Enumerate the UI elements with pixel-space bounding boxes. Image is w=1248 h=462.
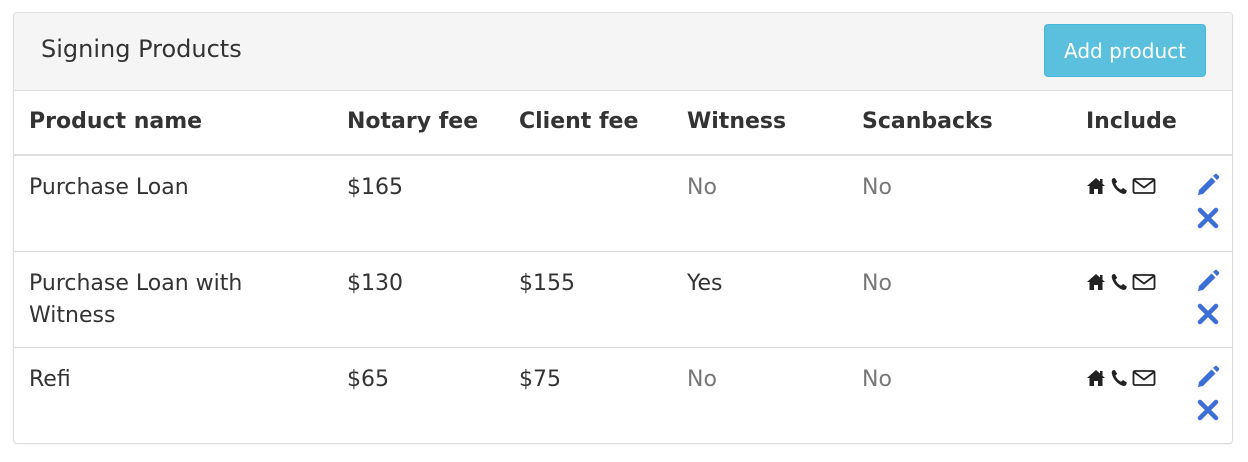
add-product-button[interactable]: Add product — [1044, 24, 1206, 77]
phone-icon — [1110, 176, 1128, 196]
scanbacks-cell: No — [862, 367, 892, 392]
header-notary-fee: Notary fee — [347, 109, 479, 134]
panel-heading: Signing Products Add product — [14, 13, 1232, 91]
product-name-cell: Refi — [29, 367, 71, 392]
header-divider — [14, 154, 1232, 156]
edit-pencil-icon[interactable] — [1195, 269, 1221, 297]
envelope-icon — [1132, 176, 1156, 196]
phone-icon — [1110, 368, 1128, 388]
product-name-cell: Purchase Loan with Witness — [29, 271, 243, 328]
home-icon — [1086, 176, 1106, 196]
header-witness: Witness — [687, 109, 787, 134]
notary-fee-cell: $165 — [347, 175, 403, 200]
header-product-name: Product name — [29, 109, 203, 134]
home-icon — [1086, 368, 1106, 388]
client-fee-cell: $75 — [519, 367, 561, 392]
delete-x-icon[interactable] — [1197, 303, 1219, 329]
edit-pencil-icon[interactable] — [1195, 365, 1221, 393]
row-divider — [14, 347, 1232, 348]
notary-fee-cell: $130 — [347, 271, 403, 296]
include-icons — [1086, 272, 1156, 292]
header-scanbacks: Scanbacks — [862, 109, 993, 134]
edit-pencil-icon[interactable] — [1195, 173, 1221, 201]
witness-cell: No — [687, 175, 717, 200]
include-icons — [1086, 368, 1156, 388]
client-fee-cell: $155 — [519, 271, 575, 296]
scanbacks-cell: No — [862, 271, 892, 296]
header-client-fee: Client fee — [519, 109, 639, 134]
phone-icon — [1110, 272, 1128, 292]
row-divider — [14, 251, 1232, 252]
envelope-icon — [1132, 368, 1156, 388]
delete-x-icon[interactable] — [1197, 399, 1219, 425]
include-icons — [1086, 176, 1156, 196]
witness-cell: Yes — [687, 271, 723, 296]
panel-title: Signing Products — [41, 35, 242, 63]
envelope-icon — [1132, 272, 1156, 292]
witness-cell: No — [687, 367, 717, 392]
signing-products-panel: Signing Products Add product Product nam… — [13, 12, 1233, 444]
delete-x-icon[interactable] — [1197, 207, 1219, 233]
scanbacks-cell: No — [862, 175, 892, 200]
home-icon — [1086, 272, 1106, 292]
notary-fee-cell: $65 — [347, 367, 389, 392]
product-name-cell: Purchase Loan — [29, 175, 189, 200]
header-include: Include — [1086, 109, 1177, 134]
